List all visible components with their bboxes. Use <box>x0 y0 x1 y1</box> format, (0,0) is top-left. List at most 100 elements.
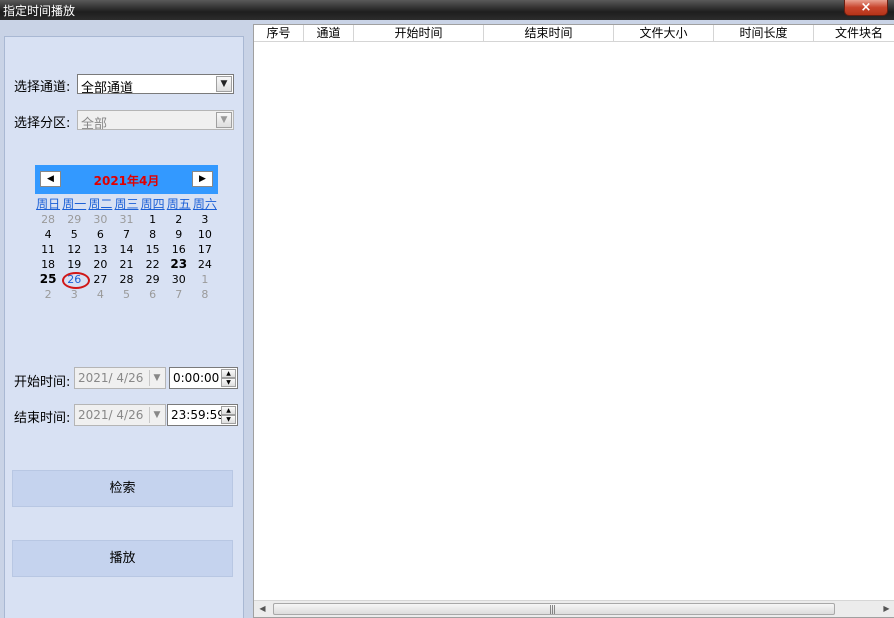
calendar-header: ◀ 2021年4月 ▶ <box>35 165 218 194</box>
calendar-day[interactable]: 2 <box>35 287 61 302</box>
start-time-spinner[interactable]: ▲ ▼ <box>221 369 236 387</box>
calendar-day[interactable]: 31 <box>113 212 139 227</box>
close-button[interactable]: × <box>844 0 888 16</box>
calendar-day[interactable]: 1 <box>192 272 218 287</box>
calendar-day[interactable]: 4 <box>35 227 61 242</box>
partition-label: 选择分区: <box>14 116 71 131</box>
file-list[interactable]: 序号 通道 开始时间 结束时间 文件大小 时间长度 文件块名 ◀ ||| ▶ <box>253 24 894 618</box>
calendar-day[interactable]: 5 <box>61 227 87 242</box>
next-month-button[interactable]: ▶ <box>192 171 213 187</box>
weekday-label: 周三 <box>114 197 139 211</box>
end-time-spinner[interactable]: ▲ ▼ <box>221 406 236 424</box>
calendar-day[interactable]: 28 <box>35 212 61 227</box>
partition-select[interactable]: 全部 ▼ <box>77 110 234 132</box>
calendar-weekdays: 周日 周一 周二 周三 周四 周五 周六 <box>35 195 218 212</box>
calendar-day[interactable]: 24 <box>192 257 218 272</box>
calendar-day[interactable]: 8 <box>140 227 166 242</box>
end-date-value: 2021/ 4/26 <box>78 408 144 422</box>
calendar-day[interactable]: 6 <box>140 287 166 302</box>
start-date-value: 2021/ 4/26 <box>78 371 144 385</box>
channel-label: 选择通道: <box>14 80 71 95</box>
calendar-day[interactable]: 23 <box>166 257 192 272</box>
calendar-day[interactable]: 12 <box>61 242 87 257</box>
end-time-field[interactable]: 23:59:59 ▲ ▼ <box>167 404 238 426</box>
calendar-day[interactable]: 18 <box>35 257 61 272</box>
calendar-day[interactable]: 6 <box>87 227 113 242</box>
calendar-day[interactable]: 28 <box>113 272 139 287</box>
calendar-day[interactable]: 29 <box>140 272 166 287</box>
calendar-day[interactable]: 11 <box>35 242 61 257</box>
search-button[interactable]: 检索 <box>12 470 233 507</box>
partition-select-value: 全部 <box>81 117 108 132</box>
calendar-day[interactable]: 5 <box>113 287 139 302</box>
weekday-label: 周日 <box>36 197 61 211</box>
chevron-down-icon: ▼ <box>216 112 232 128</box>
calendar-day[interactable]: 19 <box>61 257 87 272</box>
calendar-day[interactable]: 30 <box>166 272 192 287</box>
calendar-day[interactable]: 7 <box>113 227 139 242</box>
calendar-day[interactable]: 1 <box>140 212 166 227</box>
end-time-value: 23:59:59 <box>171 408 225 422</box>
calendar-day[interactable]: 7 <box>166 287 192 302</box>
end-time-label: 结束时间: <box>14 411 71 426</box>
channel-select[interactable]: 全部通道 ▼ <box>77 74 234 96</box>
weekday-label: 周六 <box>192 197 217 211</box>
calendar-days: 28 29 30 31 1 2 3 4 5 6 7 8 9 10 11 12 13 14 15 16 17 18 19 20 2… <box>35 212 218 302</box>
start-date-picker[interactable]: 2021/ 4/26 ▼ <box>74 367 166 389</box>
calendar-day[interactable]: 14 <box>113 242 139 257</box>
calendar-day[interactable]: 22 <box>140 257 166 272</box>
calendar-day-selected[interactable]: 26 <box>61 272 91 289</box>
scroll-left-icon[interactable]: ◀ <box>254 601 271 617</box>
start-time-label: 开始时间: <box>14 375 71 390</box>
chevron-down-icon[interactable]: ▼ <box>149 370 164 386</box>
spin-up-icon[interactable]: ▲ <box>221 406 236 415</box>
end-date-picker[interactable]: 2021/ 4/26 ▼ <box>74 404 166 426</box>
calendar-day[interactable]: 25 <box>35 272 61 287</box>
calendar-day[interactable]: 30 <box>87 212 113 227</box>
weekday-label: 周二 <box>88 197 113 211</box>
weekday-label: 周四 <box>140 197 165 211</box>
scrollbar-thumb[interactable]: ||| <box>273 603 835 615</box>
column-header-channel[interactable]: 通道 <box>304 25 354 42</box>
calendar-day[interactable]: 4 <box>87 287 113 302</box>
column-header-file-block[interactable]: 文件块名 <box>814 25 894 42</box>
calendar-day[interactable]: 17 <box>192 242 218 257</box>
channel-select-value: 全部通道 <box>81 81 134 96</box>
spin-down-icon[interactable]: ▼ <box>221 378 236 387</box>
grip-icon: ||| <box>549 605 556 615</box>
calendar-day[interactable]: 10 <box>192 227 218 242</box>
calendar-day[interactable]: 21 <box>113 257 139 272</box>
column-header-duration[interactable]: 时间长度 <box>714 25 814 42</box>
calendar-day[interactable]: 3 <box>61 287 87 302</box>
spin-down-icon[interactable]: ▼ <box>221 415 236 424</box>
calendar-day[interactable]: 2 <box>166 212 192 227</box>
window-title: 指定时间播放 <box>3 4 76 18</box>
chevron-down-icon[interactable]: ▼ <box>149 407 164 423</box>
calendar-day[interactable]: 8 <box>192 287 218 302</box>
window-body: 选择通道: 全部通道 ▼ 选择分区: 全部 ▼ ◀ 2021年4月 ▶ 周日 周… <box>0 20 894 618</box>
spin-up-icon[interactable]: ▲ <box>221 369 236 378</box>
calendar-day[interactable]: 29 <box>61 212 87 227</box>
column-header-end-time[interactable]: 结束时间 <box>484 25 614 42</box>
play-button[interactable]: 播放 <box>12 540 233 577</box>
calendar-day[interactable]: 15 <box>140 242 166 257</box>
calendar-day[interactable]: 9 <box>166 227 192 242</box>
scroll-right-icon[interactable]: ▶ <box>878 601 894 617</box>
title-bar: 指定时间播放 × <box>0 0 894 20</box>
chevron-down-icon[interactable]: ▼ <box>216 76 232 92</box>
column-header-file-size[interactable]: 文件大小 <box>614 25 714 42</box>
weekday-label: 周一 <box>62 197 87 211</box>
column-header-index[interactable]: 序号 <box>254 25 304 42</box>
horizontal-scrollbar[interactable]: ◀ ||| ▶ <box>254 600 894 617</box>
calendar-month-title[interactable]: 2021年4月 <box>35 172 218 189</box>
calendar-day[interactable]: 3 <box>192 212 218 227</box>
start-time-field[interactable]: 0:00:00 ▲ ▼ <box>169 367 238 389</box>
start-time-value: 0:00:00 <box>173 371 220 385</box>
calendar-day[interactable]: 27 <box>87 272 113 287</box>
calendar-day[interactable]: 16 <box>166 242 192 257</box>
calendar-day[interactable]: 20 <box>87 257 113 272</box>
column-header-start-time[interactable]: 开始时间 <box>354 25 484 42</box>
file-list-header: 序号 通道 开始时间 结束时间 文件大小 时间长度 文件块名 <box>254 25 894 42</box>
calendar-day[interactable]: 13 <box>87 242 113 257</box>
weekday-label: 周五 <box>166 197 191 211</box>
